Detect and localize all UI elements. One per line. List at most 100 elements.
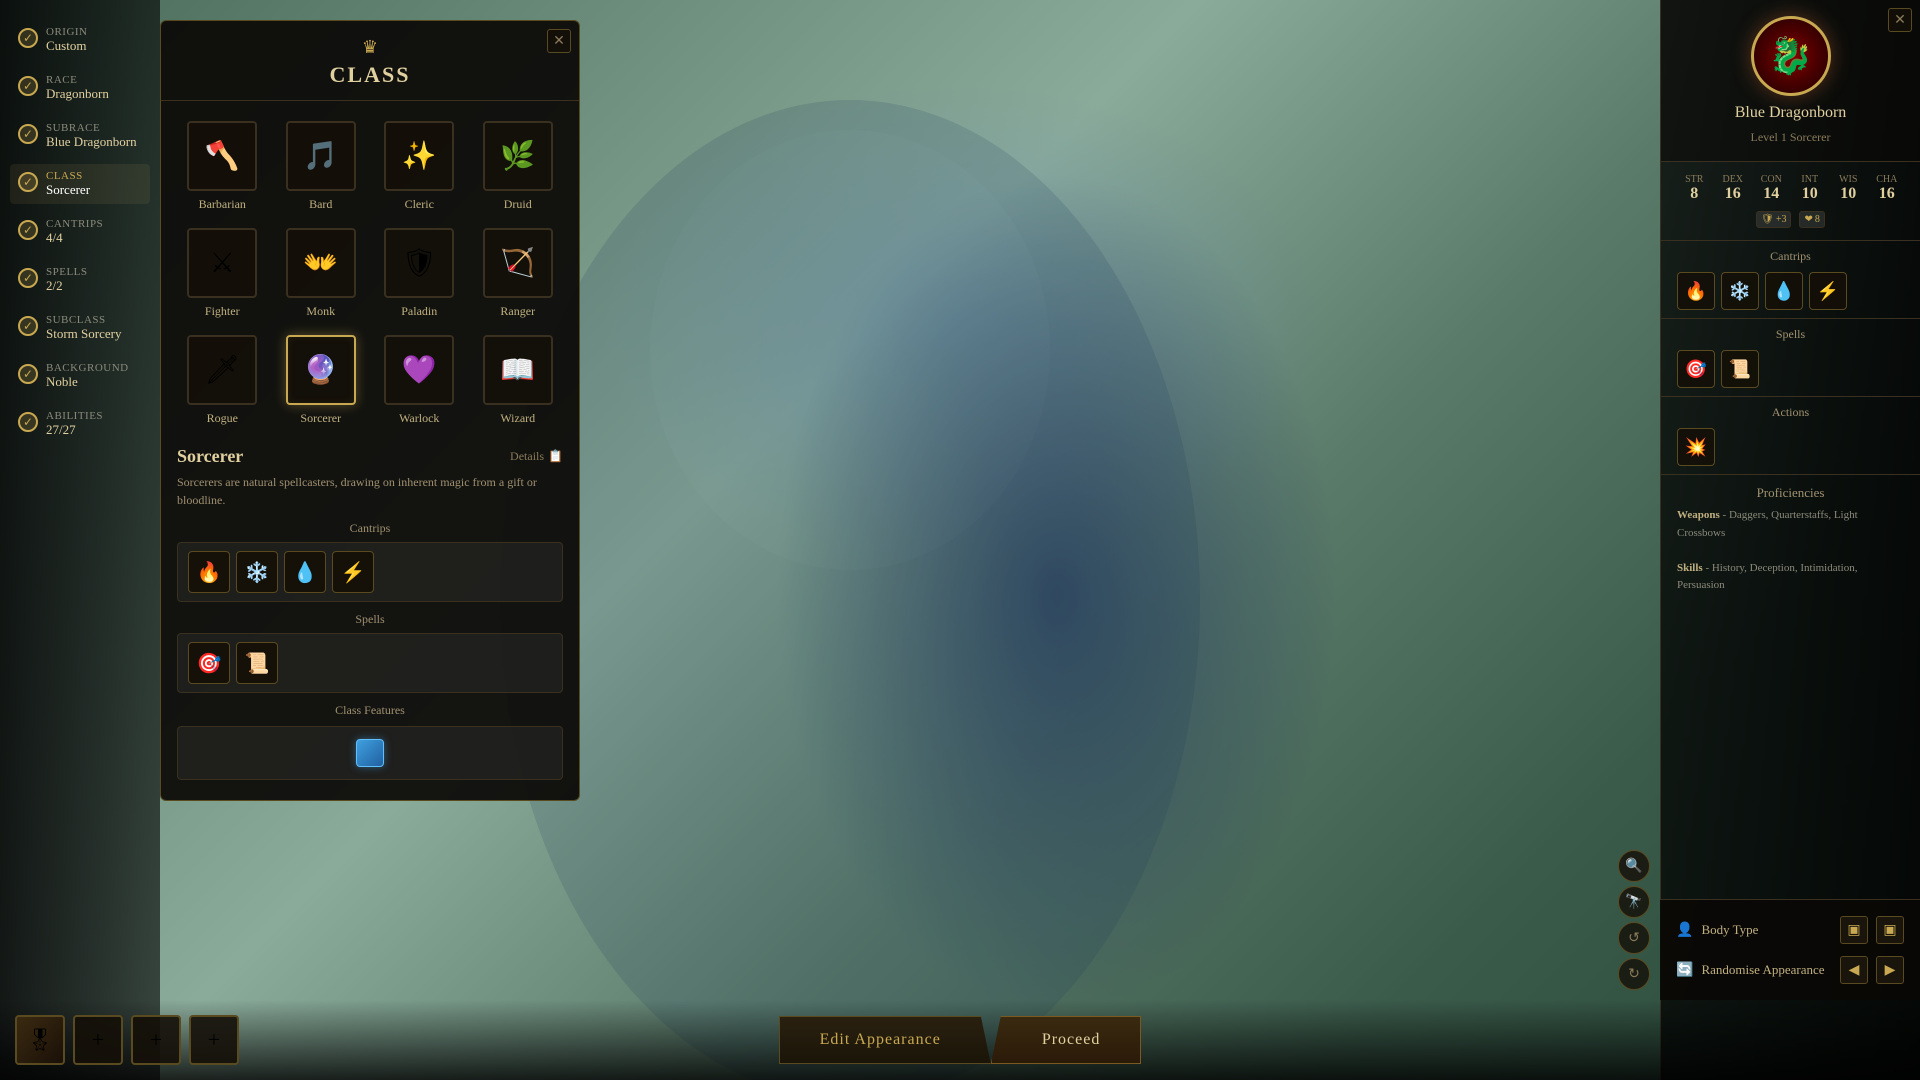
cantrips-label: Cantrips — [46, 218, 103, 230]
paladin-icon: 🛡 — [384, 228, 454, 298]
ac-modifier: 🛡+3 — [1756, 211, 1791, 228]
right-actions-title: Actions — [1677, 405, 1904, 420]
cantrip-icon-1[interactable]: 🔥 — [188, 551, 230, 593]
body-type-option-2[interactable]: ▣ — [1876, 916, 1904, 944]
sidebar-item-background[interactable]: Background Noble — [10, 356, 150, 396]
right-spells-section: Spells 🎯 📜 — [1661, 319, 1920, 397]
class-description-text: Sorcerers are natural spellcasters, draw… — [177, 473, 563, 509]
origin-label: Origin — [46, 26, 88, 38]
zoom-in-button[interactable]: 🔍 — [1618, 850, 1650, 882]
class-item-monk[interactable]: 👐 Monk — [276, 224, 367, 323]
abilities-value: 27/27 — [46, 422, 103, 438]
barbarian-label: Barbarian — [199, 197, 246, 212]
right-spell-icon-1[interactable]: 🎯 — [1677, 350, 1715, 388]
spells-section-title: Spells — [177, 612, 563, 627]
class-panel-close-button[interactable]: ✕ — [547, 29, 571, 53]
right-action-icon-1[interactable]: 💥 — [1677, 428, 1715, 466]
zoom-out-button[interactable]: 🔭 — [1618, 886, 1650, 918]
add-button-1[interactable]: + — [73, 1015, 123, 1065]
body-type-option-1[interactable]: ▣ — [1840, 916, 1868, 944]
class-label: Class — [46, 170, 90, 182]
class-item-rogue[interactable]: 🗡 Rogue — [177, 331, 268, 430]
class-check-icon — [18, 172, 38, 192]
selected-class-name: Sorcerer — [177, 446, 243, 467]
paladin-label: Paladin — [401, 304, 437, 319]
proceed-button[interactable]: Proceed — [991, 1016, 1142, 1064]
right-cantrip-icon-3[interactable]: 💧 — [1765, 272, 1803, 310]
subrace-label: Subrace — [46, 122, 137, 134]
sidebar-item-subclass[interactable]: Subclass Storm Sorcery — [10, 308, 150, 348]
sidebar-item-spells[interactable]: Spells 2/2 — [10, 260, 150, 300]
subclass-check-icon — [18, 316, 38, 336]
sidebar-item-race[interactable]: Race Dragonborn — [10, 68, 150, 108]
character-subtitle: Level 1 Sorcerer — [1751, 130, 1831, 145]
right-panel-close-button[interactable]: ✕ — [1888, 8, 1912, 32]
class-item-sorcerer[interactable]: 🔮 Sorcerer — [276, 331, 367, 430]
class-features-section: Class Features — [161, 703, 579, 780]
sidebar-item-cantrips[interactable]: Cantrips 4/4 — [10, 212, 150, 252]
skills-label: Skills — [1677, 562, 1703, 574]
spells-icons-row: 🎯 📜 — [177, 633, 563, 693]
cleric-icon: ✨ — [384, 121, 454, 191]
character-sheet-button[interactable]: 🎖 — [15, 1015, 65, 1065]
hp-modifier: ❤8 — [1799, 211, 1824, 228]
right-spell-icon-2[interactable]: 📜 — [1721, 350, 1759, 388]
details-button[interactable]: Details 📋 — [510, 449, 563, 464]
spells-section: Spells 🎯 📜 — [177, 612, 563, 693]
sidebar-item-origin[interactable]: Origin Custom — [10, 20, 150, 60]
cantrip-icon-3[interactable]: 💧 — [284, 551, 326, 593]
fighter-label: Fighter — [205, 304, 240, 319]
feature-gem-icon — [356, 739, 384, 767]
monk-icon: 👐 — [286, 228, 356, 298]
edit-appearance-button[interactable]: Edit Appearance — [779, 1016, 991, 1064]
class-item-paladin[interactable]: 🛡 Paladin — [374, 224, 465, 323]
class-grid: 🪓 Barbarian 🎵 Bard ✨ Cleric 🌿 Druid ⚔ Fi… — [161, 101, 579, 446]
sidebar-item-abilities[interactable]: Abilities 27/27 — [10, 404, 150, 444]
cantrips-section: Cantrips 🔥 ❄️ 💧 ⚡ — [177, 521, 563, 602]
cantrips-icons-row: 🔥 ❄️ 💧 ⚡ — [177, 542, 563, 602]
spell-icon-1[interactable]: 🎯 — [188, 642, 230, 684]
spell-icon-2[interactable]: 📜 — [236, 642, 278, 684]
class-panel-header: ♛ Class — [161, 21, 579, 101]
stat-wis: WIS 10 — [1831, 174, 1866, 203]
right-spells-icons: 🎯 📜 — [1677, 350, 1904, 388]
cantrip-icon-2[interactable]: ❄️ — [236, 551, 278, 593]
stat-cha: CHA 16 — [1870, 174, 1905, 203]
right-actions-section: Actions 💥 — [1661, 397, 1920, 475]
class-item-ranger[interactable]: 🏹 Ranger — [473, 224, 564, 323]
stats-area: STR 8 DEX 16 CON 14 INT 10 WIS 10 CHA 16 — [1661, 162, 1920, 241]
proficiencies-title: Proficiencies — [1677, 485, 1904, 501]
sidebar-item-subrace[interactable]: Subrace Blue Dragonborn — [10, 116, 150, 156]
bard-label: Bard — [309, 197, 332, 212]
right-cantrip-icon-2[interactable]: ❄️ — [1721, 272, 1759, 310]
race-label: Race — [46, 74, 109, 86]
class-item-bard[interactable]: 🎵 Bard — [276, 117, 367, 216]
barbarian-icon: 🪓 — [187, 121, 257, 191]
rotate-right-button[interactable]: ↻ — [1618, 958, 1650, 990]
cantrip-icon-4[interactable]: ⚡ — [332, 551, 374, 593]
class-item-druid[interactable]: 🌿 Druid — [473, 117, 564, 216]
class-item-wizard[interactable]: 📖 Wizard — [473, 331, 564, 430]
randomise-label: Randomise Appearance — [1701, 962, 1832, 978]
add-button-2[interactable]: + — [131, 1015, 181, 1065]
character-header: 🐉 Blue Dragonborn Level 1 Sorcerer — [1661, 0, 1920, 162]
left-sidebar: Origin Custom Race Dragonborn Subrace Bl… — [0, 0, 160, 1080]
body-type-row: 👤 Body Type ▣ ▣ — [1676, 910, 1904, 950]
crown-icon: ♛ — [181, 37, 559, 58]
bottom-bar: Edit Appearance Proceed — [0, 1000, 1920, 1080]
class-item-warlock[interactable]: 💜 Warlock — [374, 331, 465, 430]
rotate-left-button[interactable]: ↺ — [1618, 922, 1650, 954]
class-item-fighter[interactable]: ⚔ Fighter — [177, 224, 268, 323]
sidebar-item-class[interactable]: Class Sorcerer — [10, 164, 150, 204]
right-cantrip-icon-4[interactable]: ⚡ — [1809, 272, 1847, 310]
randomise-next-button[interactable]: ▶ — [1876, 956, 1904, 984]
randomise-prev-button[interactable]: ◀ — [1840, 956, 1868, 984]
add-button-3[interactable]: + — [189, 1015, 239, 1065]
spells-label: Spells — [46, 266, 88, 278]
class-description-area: Sorcerer Details 📋 Sorcerers are natural… — [161, 446, 579, 693]
class-item-barbarian[interactable]: 🪓 Barbarian — [177, 117, 268, 216]
class-item-cleric[interactable]: ✨ Cleric — [374, 117, 465, 216]
abilities-label: Abilities — [46, 410, 103, 422]
right-cantrip-icon-1[interactable]: 🔥 — [1677, 272, 1715, 310]
sorcerer-icon: 🔮 — [286, 335, 356, 405]
